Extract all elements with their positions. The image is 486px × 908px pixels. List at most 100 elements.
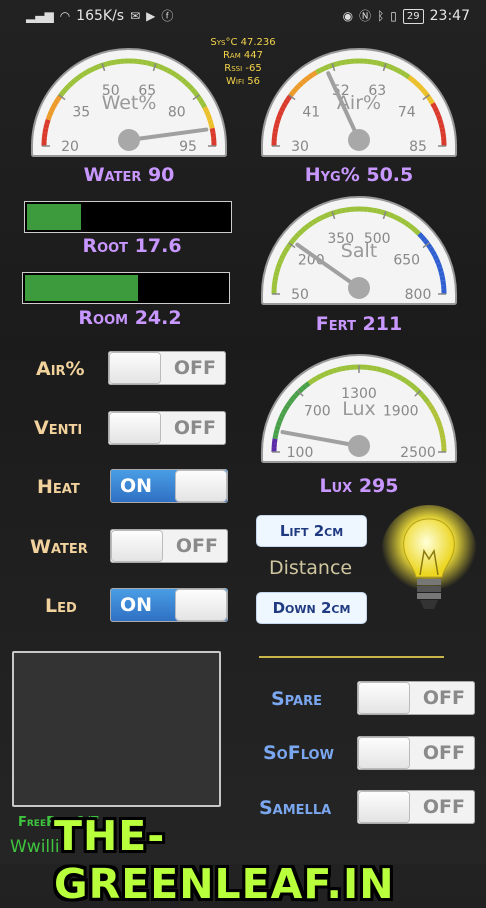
gauge-arc-segment bbox=[368, 367, 372, 368]
gauge-arc-segment bbox=[276, 272, 277, 276]
gauge-arc-segment bbox=[377, 369, 381, 370]
watermark: THE-GREENLEAF.IN bbox=[54, 812, 486, 908]
gauge-tick-label: 1900 bbox=[383, 403, 419, 419]
toggle-knob bbox=[112, 531, 162, 561]
gauge-arc-segment bbox=[186, 83, 189, 86]
gauge-arc-segment bbox=[422, 395, 425, 398]
gauge-arc-segment bbox=[175, 75, 179, 78]
gauge-arc-segment bbox=[189, 86, 192, 89]
toggle-venti[interactable]: OFF bbox=[108, 411, 226, 445]
gauge-arc-segment bbox=[276, 430, 277, 434]
gauge-arc-segment bbox=[398, 70, 402, 72]
gauge-arc-segment bbox=[437, 417, 439, 421]
gauge-arc-segment bbox=[377, 211, 381, 212]
bluetooth-icon: ᛒ bbox=[377, 9, 384, 23]
gauge-arc-segment bbox=[76, 77, 80, 80]
gauge-arc-segment bbox=[440, 426, 441, 430]
gauge-arc-segment bbox=[324, 373, 328, 375]
user-name: Wwilli bbox=[10, 837, 60, 857]
gauge-arc-segment bbox=[324, 215, 328, 217]
gauge-tick-label: 650 bbox=[393, 252, 420, 268]
gauge-arc-segment bbox=[329, 371, 333, 372]
lift-button[interactable]: Lift 2cm bbox=[257, 516, 366, 546]
gauge-arc-segment bbox=[368, 61, 372, 62]
gauge-arc-segment bbox=[94, 67, 98, 69]
gauge-arc-segment bbox=[309, 223, 313, 226]
gauge-tick-label: 74 bbox=[398, 104, 416, 120]
gauge-arc-segment bbox=[437, 111, 439, 115]
gauge-arc-segment bbox=[337, 369, 341, 370]
toggle-label-soflow: SoFlow bbox=[263, 742, 334, 764]
gauge-arc-segment bbox=[79, 75, 83, 78]
toggle-spare[interactable]: OFF bbox=[357, 681, 475, 715]
gauge-arc-segment bbox=[309, 381, 313, 384]
wifi-icon: ◠ bbox=[60, 9, 70, 23]
gauge-arc-segment bbox=[290, 399, 293, 403]
gauge-arc-segment bbox=[422, 89, 425, 92]
gauge-hub bbox=[348, 129, 370, 151]
gauge-arc-segment bbox=[296, 86, 299, 89]
gauge-arc-segment bbox=[346, 367, 350, 368]
gauge-arc-segment bbox=[313, 220, 317, 222]
room-reading: Room 24.2 bbox=[22, 307, 238, 329]
light-bulb-icon bbox=[380, 505, 478, 633]
gauge-arc-segment bbox=[412, 228, 415, 231]
gauge-arc-segment bbox=[313, 378, 317, 380]
toggle-state: OFF bbox=[423, 742, 465, 764]
camera-view[interactable] bbox=[12, 651, 221, 807]
toggle-state: OFF bbox=[174, 417, 216, 439]
gauge-arc-segment bbox=[192, 89, 195, 92]
toggle-knob bbox=[176, 590, 226, 620]
gauge-arc-segment bbox=[285, 248, 287, 252]
gauge-arc-segment bbox=[276, 124, 277, 128]
gauge-arc-segment bbox=[317, 376, 321, 378]
toggle-state: OFF bbox=[174, 357, 216, 379]
gauge-arc-segment bbox=[337, 211, 341, 212]
gauge-arc-segment bbox=[402, 72, 406, 74]
gauge-arc-segment bbox=[346, 209, 350, 210]
toggle-label-water: Water bbox=[30, 536, 88, 558]
gauge-arc-segment bbox=[372, 210, 376, 211]
toggle-state: ON bbox=[120, 475, 152, 497]
toggle-state: OFF bbox=[176, 535, 218, 557]
wet-gauge: 203550658095Wet% bbox=[28, 48, 230, 158]
gauge-arc-segment bbox=[281, 413, 283, 417]
gauge-arc-segment bbox=[213, 133, 214, 137]
gauge-arc-segment bbox=[313, 72, 317, 74]
gauge-arc-segment bbox=[440, 120, 441, 124]
gauge-hub bbox=[118, 129, 140, 151]
gauge-arc-segment bbox=[53, 104, 55, 108]
gauge-arc-segment bbox=[277, 120, 278, 124]
toggle-air[interactable]: OFF bbox=[108, 351, 226, 385]
gauge-arc-segment bbox=[278, 422, 279, 426]
distance-label: Distance bbox=[269, 557, 352, 579]
gauge-arc-segment bbox=[441, 124, 442, 128]
toggle-led[interactable]: ON bbox=[110, 588, 228, 622]
gauge-arc-segment bbox=[377, 63, 381, 64]
gauge-arc-segment bbox=[381, 370, 385, 371]
toggle-heat[interactable]: ON bbox=[110, 469, 228, 503]
gauge-arc-segment bbox=[182, 80, 185, 83]
gauge-arc-segment bbox=[50, 111, 52, 115]
gauge-arc-segment bbox=[441, 430, 442, 434]
down-button[interactable]: Down 2cm bbox=[257, 593, 366, 623]
toggle-water[interactable]: OFF bbox=[110, 529, 228, 563]
gauge-hub bbox=[348, 277, 370, 299]
gauge-arc-segment bbox=[317, 218, 321, 220]
gauge-arc-segment bbox=[285, 100, 287, 104]
gauge-arc-segment bbox=[442, 434, 443, 438]
gauge-arc-segment bbox=[433, 252, 435, 256]
toggle-soflow[interactable]: OFF bbox=[357, 736, 475, 770]
gauge-arc-segment bbox=[208, 116, 209, 120]
air-gauge: 304152637485Air% bbox=[258, 48, 460, 158]
gauge-arc-segment bbox=[372, 62, 376, 63]
gauge-arc-segment bbox=[172, 72, 176, 74]
toggle-label-led: Led bbox=[45, 595, 77, 617]
status-bar: ▂▄▆ ◠ 165K/s ✉ ▶ ⓕ ◉ Ⓝ ᛒ ▯ 29 23:47 bbox=[0, 0, 486, 32]
gauge-arc-segment bbox=[442, 128, 443, 132]
toggle-knob bbox=[110, 413, 160, 443]
gauge-arc-segment bbox=[302, 228, 305, 231]
gauge-hub bbox=[348, 435, 370, 457]
gauge-arc-segment bbox=[274, 133, 275, 137]
gauge-tick-label: 20 bbox=[61, 139, 79, 155]
